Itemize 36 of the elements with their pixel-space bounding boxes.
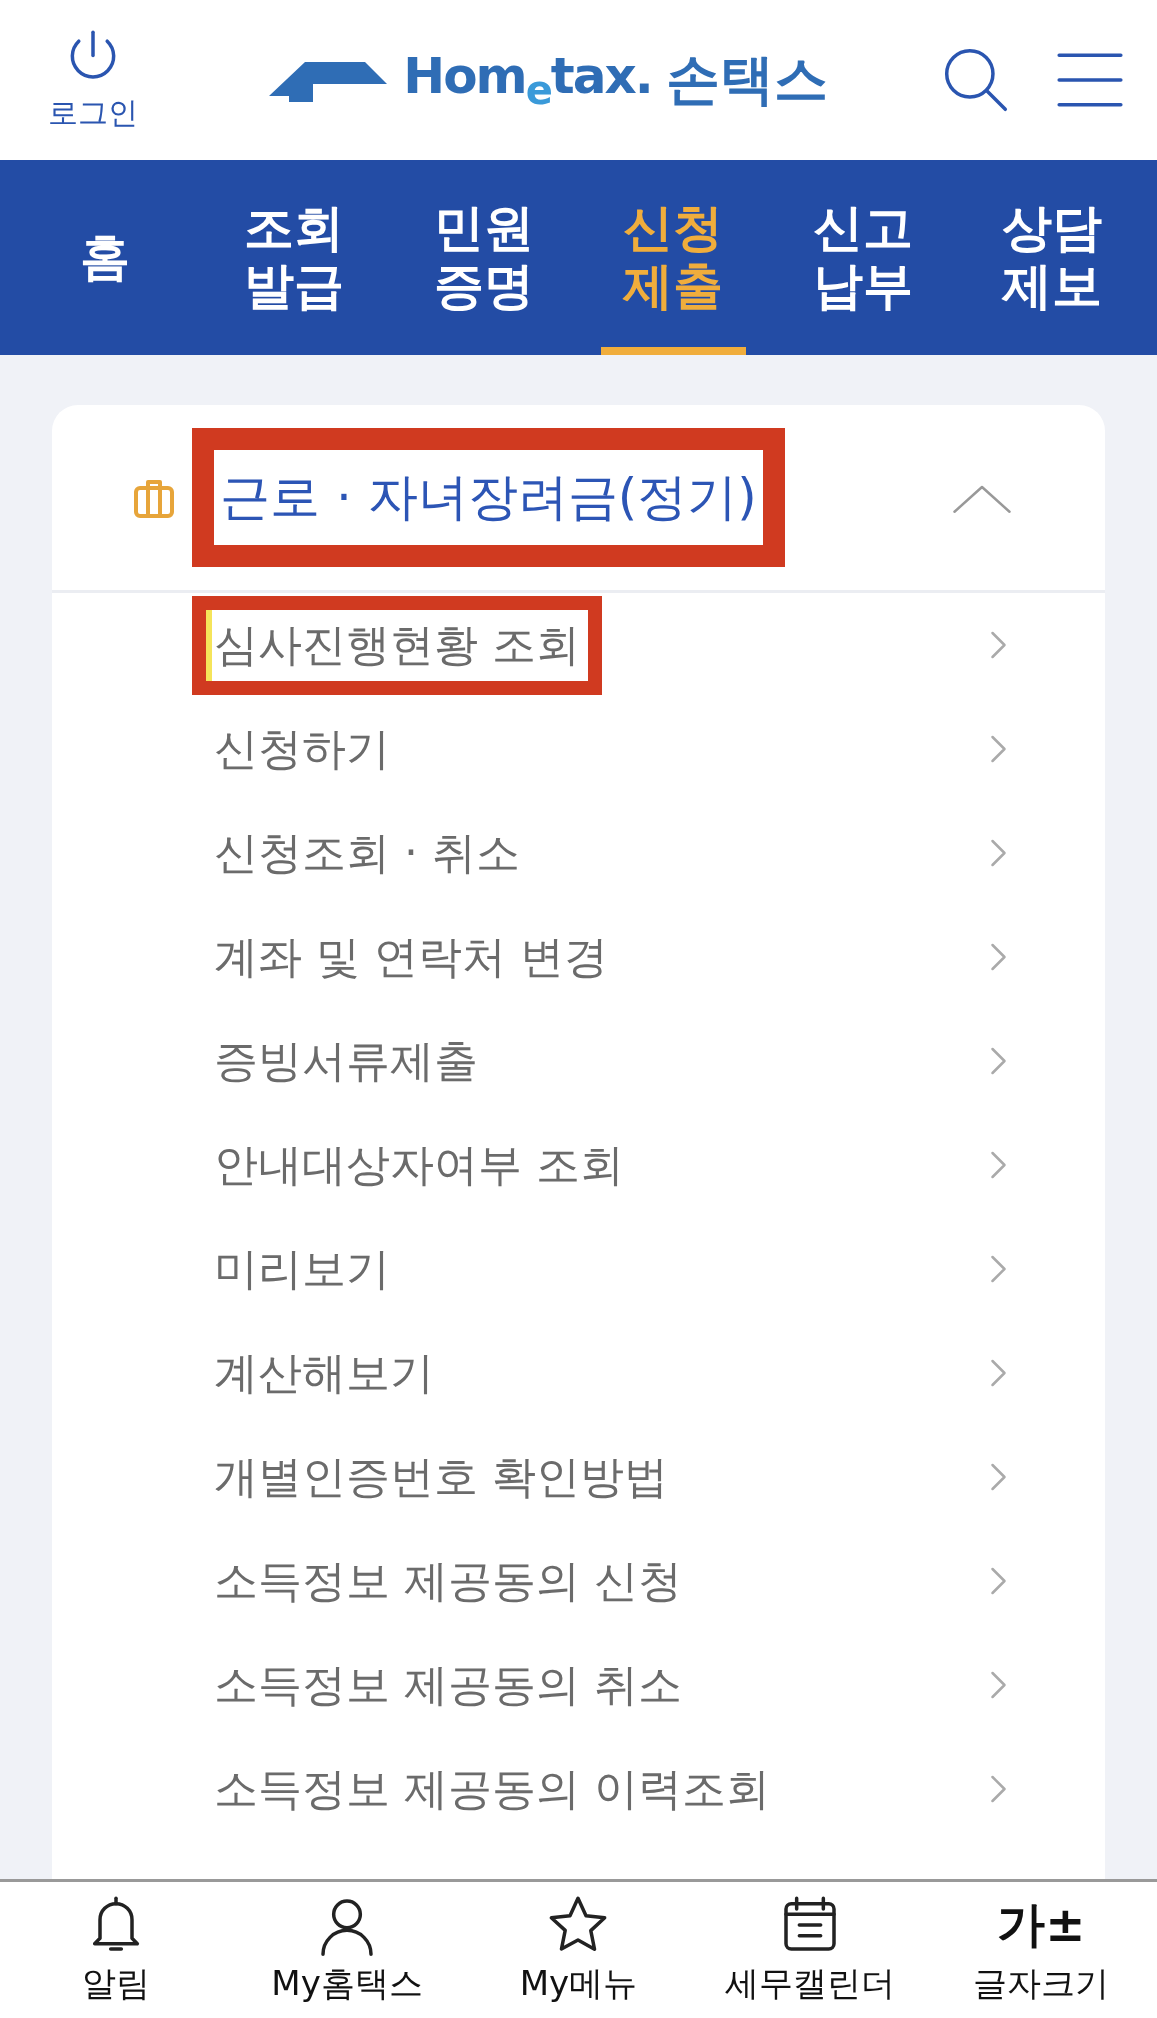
login-label: 로그인 bbox=[48, 93, 138, 132]
logo-subtitle: 손택스 bbox=[665, 46, 828, 113]
menu-item[interactable]: 소득정보 제공동의 취소 bbox=[52, 1633, 1105, 1737]
menu-item[interactable]: 증빙서류제출 bbox=[52, 1009, 1105, 1113]
menu-item[interactable]: 소득정보 제공동의 이력조회 bbox=[52, 1737, 1105, 1841]
menu-item[interactable]: 미리보기 bbox=[52, 1217, 1105, 1321]
login-button[interactable]: 로그인 bbox=[48, 26, 138, 134]
logo-text: Hom$_{e}$tax. bbox=[403, 47, 652, 113]
nav-tab[interactable]: 조회 발급 bbox=[221, 160, 367, 355]
bottom-nav-label: 글자크기 bbox=[973, 1962, 1110, 2005]
bottom-nav-item[interactable]: 세무캘린더 bbox=[694, 1882, 926, 2018]
menu-item[interactable]: 소득정보 제공동의 신청 bbox=[52, 1529, 1105, 1633]
section-header[interactable]: 근로 · 자녀장려금(정기) bbox=[52, 405, 1105, 593]
bottom-nav-item[interactable]: 알림 bbox=[0, 1882, 232, 2018]
nav-tab[interactable]: 홈 bbox=[32, 160, 178, 355]
menu-item[interactable]: 개별인증번호 확인방법 bbox=[52, 1425, 1105, 1529]
menu-item[interactable]: 심사진행현황 조회 bbox=[52, 593, 1105, 697]
nav-tab[interactable]: 신청 제출 bbox=[600, 160, 746, 355]
bottom-nav-label: 알림 bbox=[81, 1962, 150, 2005]
bottom-nav-item[interactable]: My메뉴 bbox=[462, 1882, 695, 2018]
font-size-icon: 가± bbox=[997, 1893, 1086, 1957]
bottom-nav-item[interactable]: 가± 글자크기 bbox=[925, 1882, 1157, 2018]
menu-item[interactable]: 신청조회 · 취소 bbox=[52, 801, 1105, 905]
bottom-nav-label: 세무캘린더 bbox=[724, 1962, 895, 2005]
menu-item[interactable]: 계좌 및 연락처 변경 bbox=[52, 905, 1105, 1009]
bottom-nav-label: My홈택스 bbox=[271, 1962, 423, 2005]
nav-tab[interactable]: 민원 증명 bbox=[411, 160, 557, 355]
nav-tab[interactable]: 상담 제보 bbox=[979, 160, 1125, 355]
menu-item-label: 심사진행현황 조회 bbox=[192, 595, 602, 695]
menu-item[interactable]: 안내대상자여부 조회 bbox=[52, 1113, 1105, 1217]
section-title: 근로 · 자녀장려금(정기) bbox=[192, 428, 785, 567]
bottom-nav-label: My메뉴 bbox=[519, 1962, 638, 2005]
menu-item[interactable]: 계산해보기 bbox=[52, 1321, 1105, 1425]
bottom-nav-item[interactable]: My홈택스 bbox=[231, 1882, 463, 2018]
menu-item[interactable]: 신청하기 bbox=[52, 697, 1105, 801]
nav-tab[interactable]: 신고 납부 bbox=[790, 160, 936, 355]
